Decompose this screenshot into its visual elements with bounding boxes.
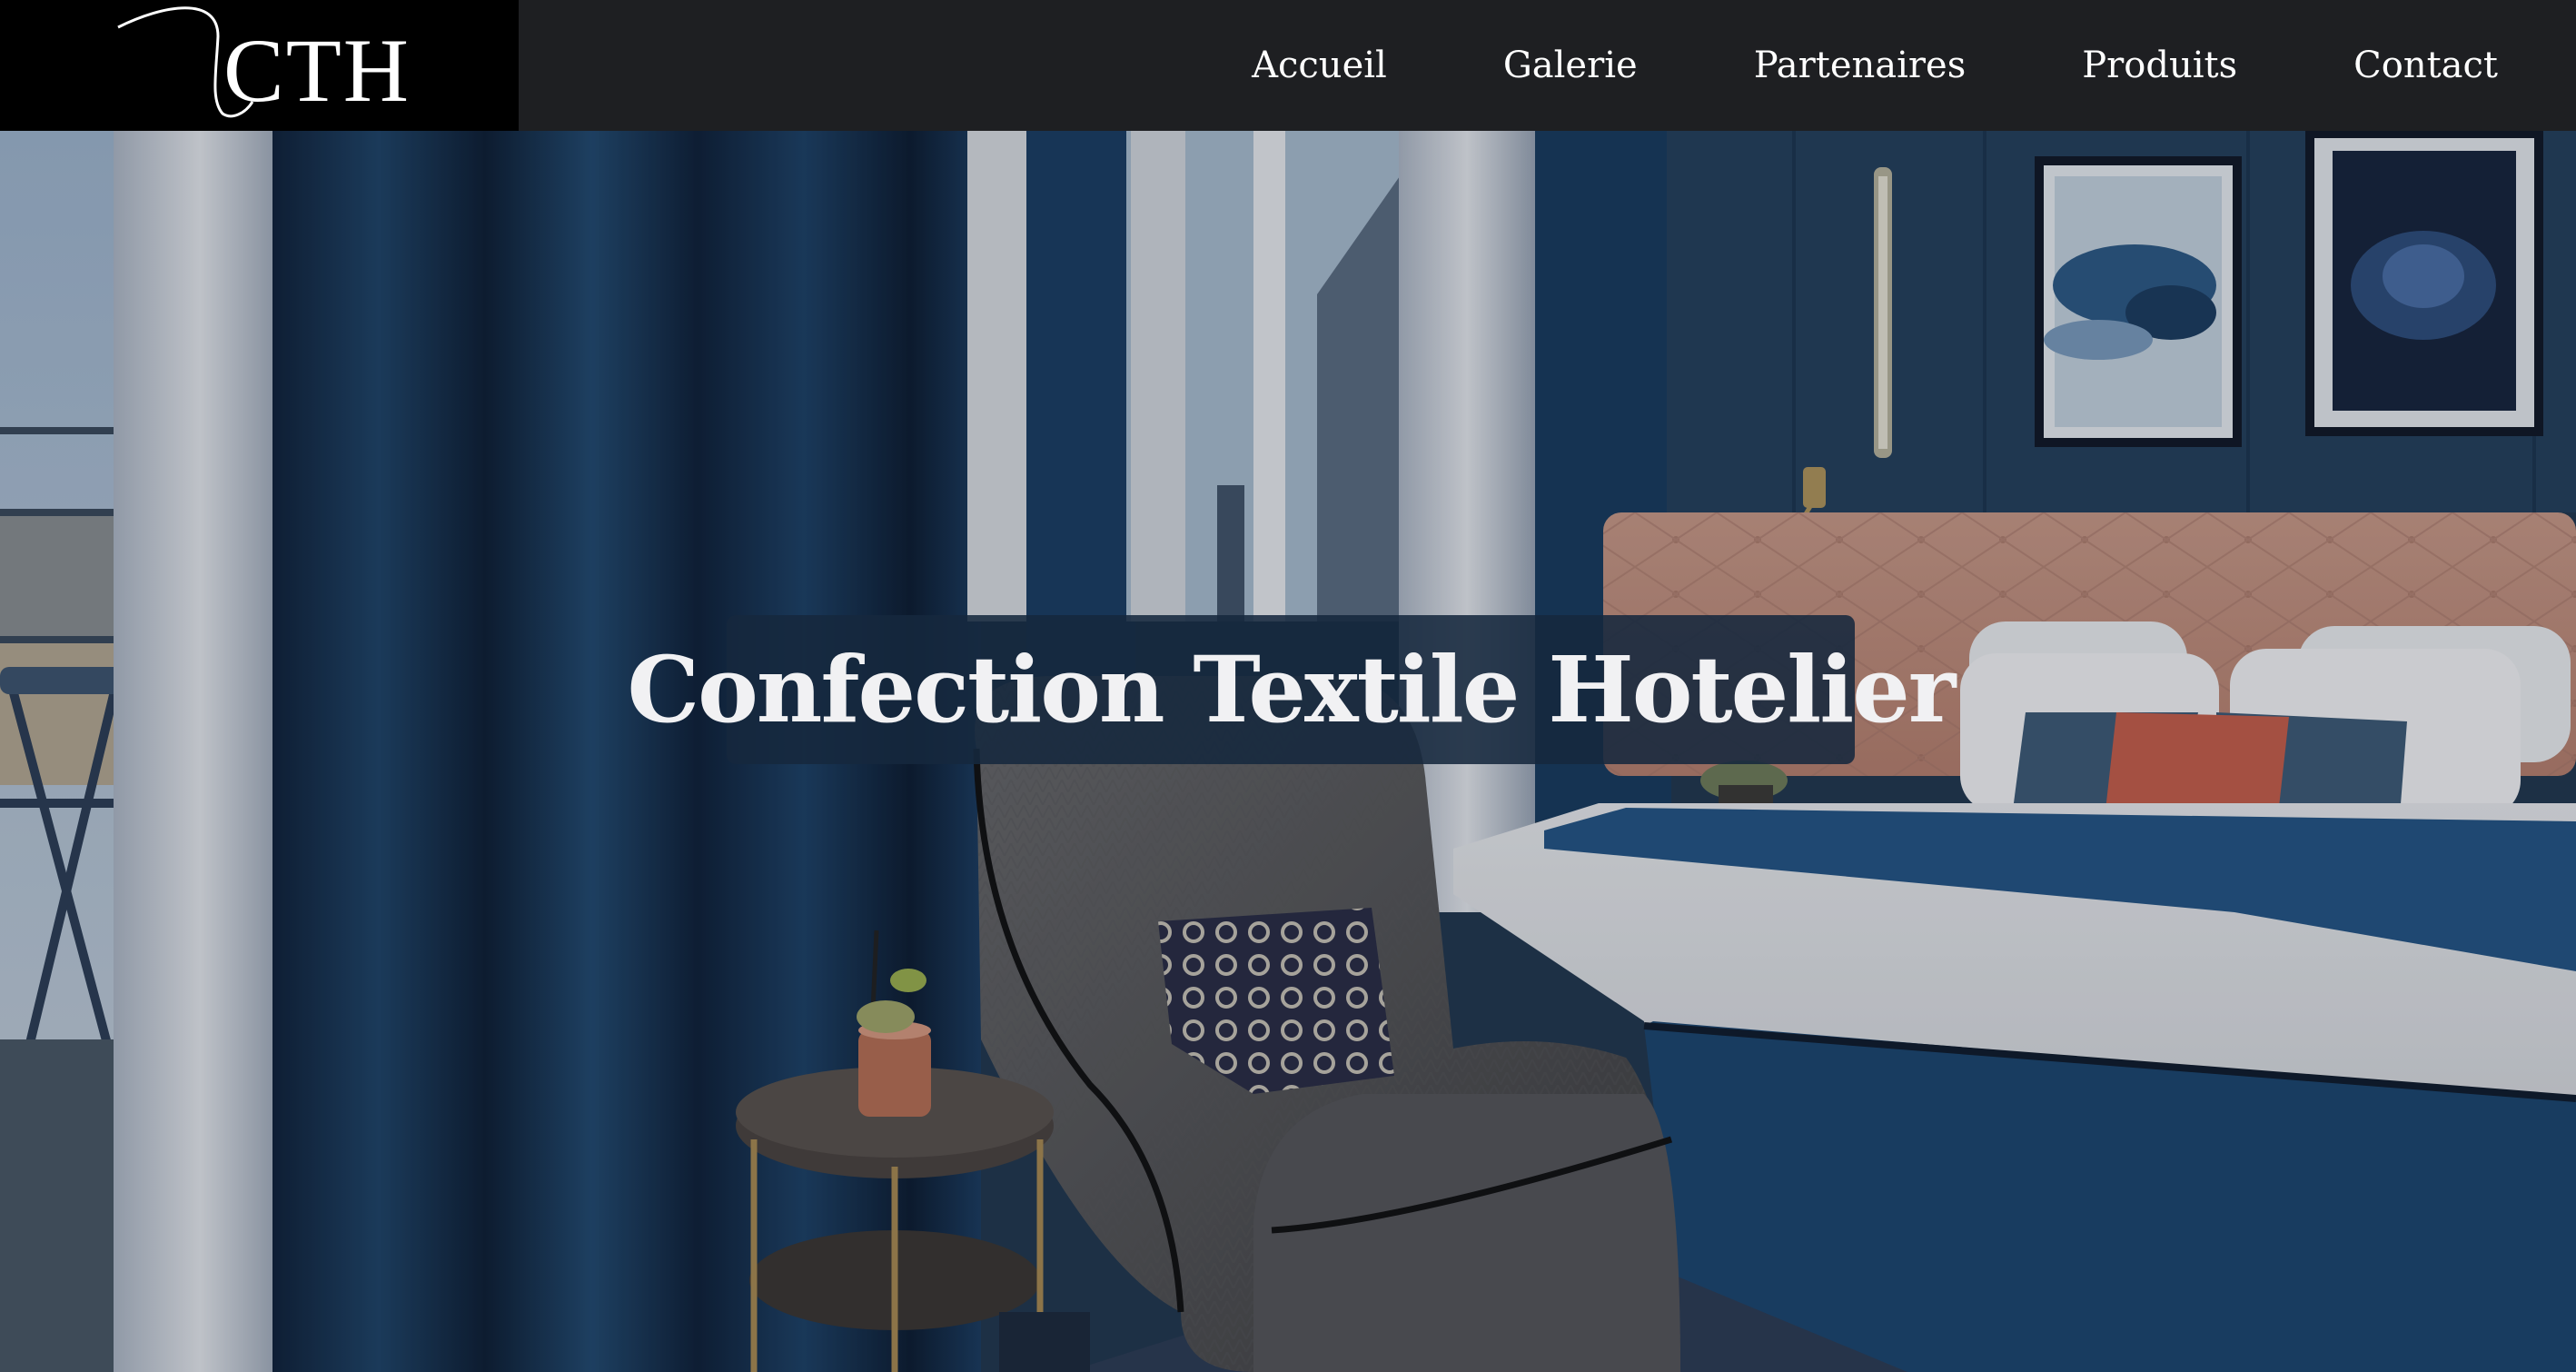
logo-link[interactable]: CTH (0, 0, 519, 131)
nav-item-accueil[interactable]: Accueil (1252, 45, 1387, 86)
hero-title-box: Confection Textile Hotelier (628, 615, 1957, 764)
site-header: CTH Accueil Galerie Partenaires Produits… (0, 0, 2576, 131)
nav-item-produits[interactable]: Produits (2082, 45, 2237, 86)
page: CTH Accueil Galerie Partenaires Produits… (0, 0, 2576, 1372)
nav-item-contact[interactable]: Contact (2353, 45, 2498, 86)
nav-item-galerie[interactable]: Galerie (1503, 45, 1638, 86)
hero-title: Confection Textile Hotelier (627, 636, 1957, 743)
hero-section: Confection Textile Hotelier (0, 131, 2576, 1372)
logo-text: CTH (223, 20, 411, 121)
nav-item-partenaires[interactable]: Partenaires (1754, 45, 1967, 86)
main-nav: Accueil Galerie Partenaires Produits Con… (1252, 0, 2498, 131)
